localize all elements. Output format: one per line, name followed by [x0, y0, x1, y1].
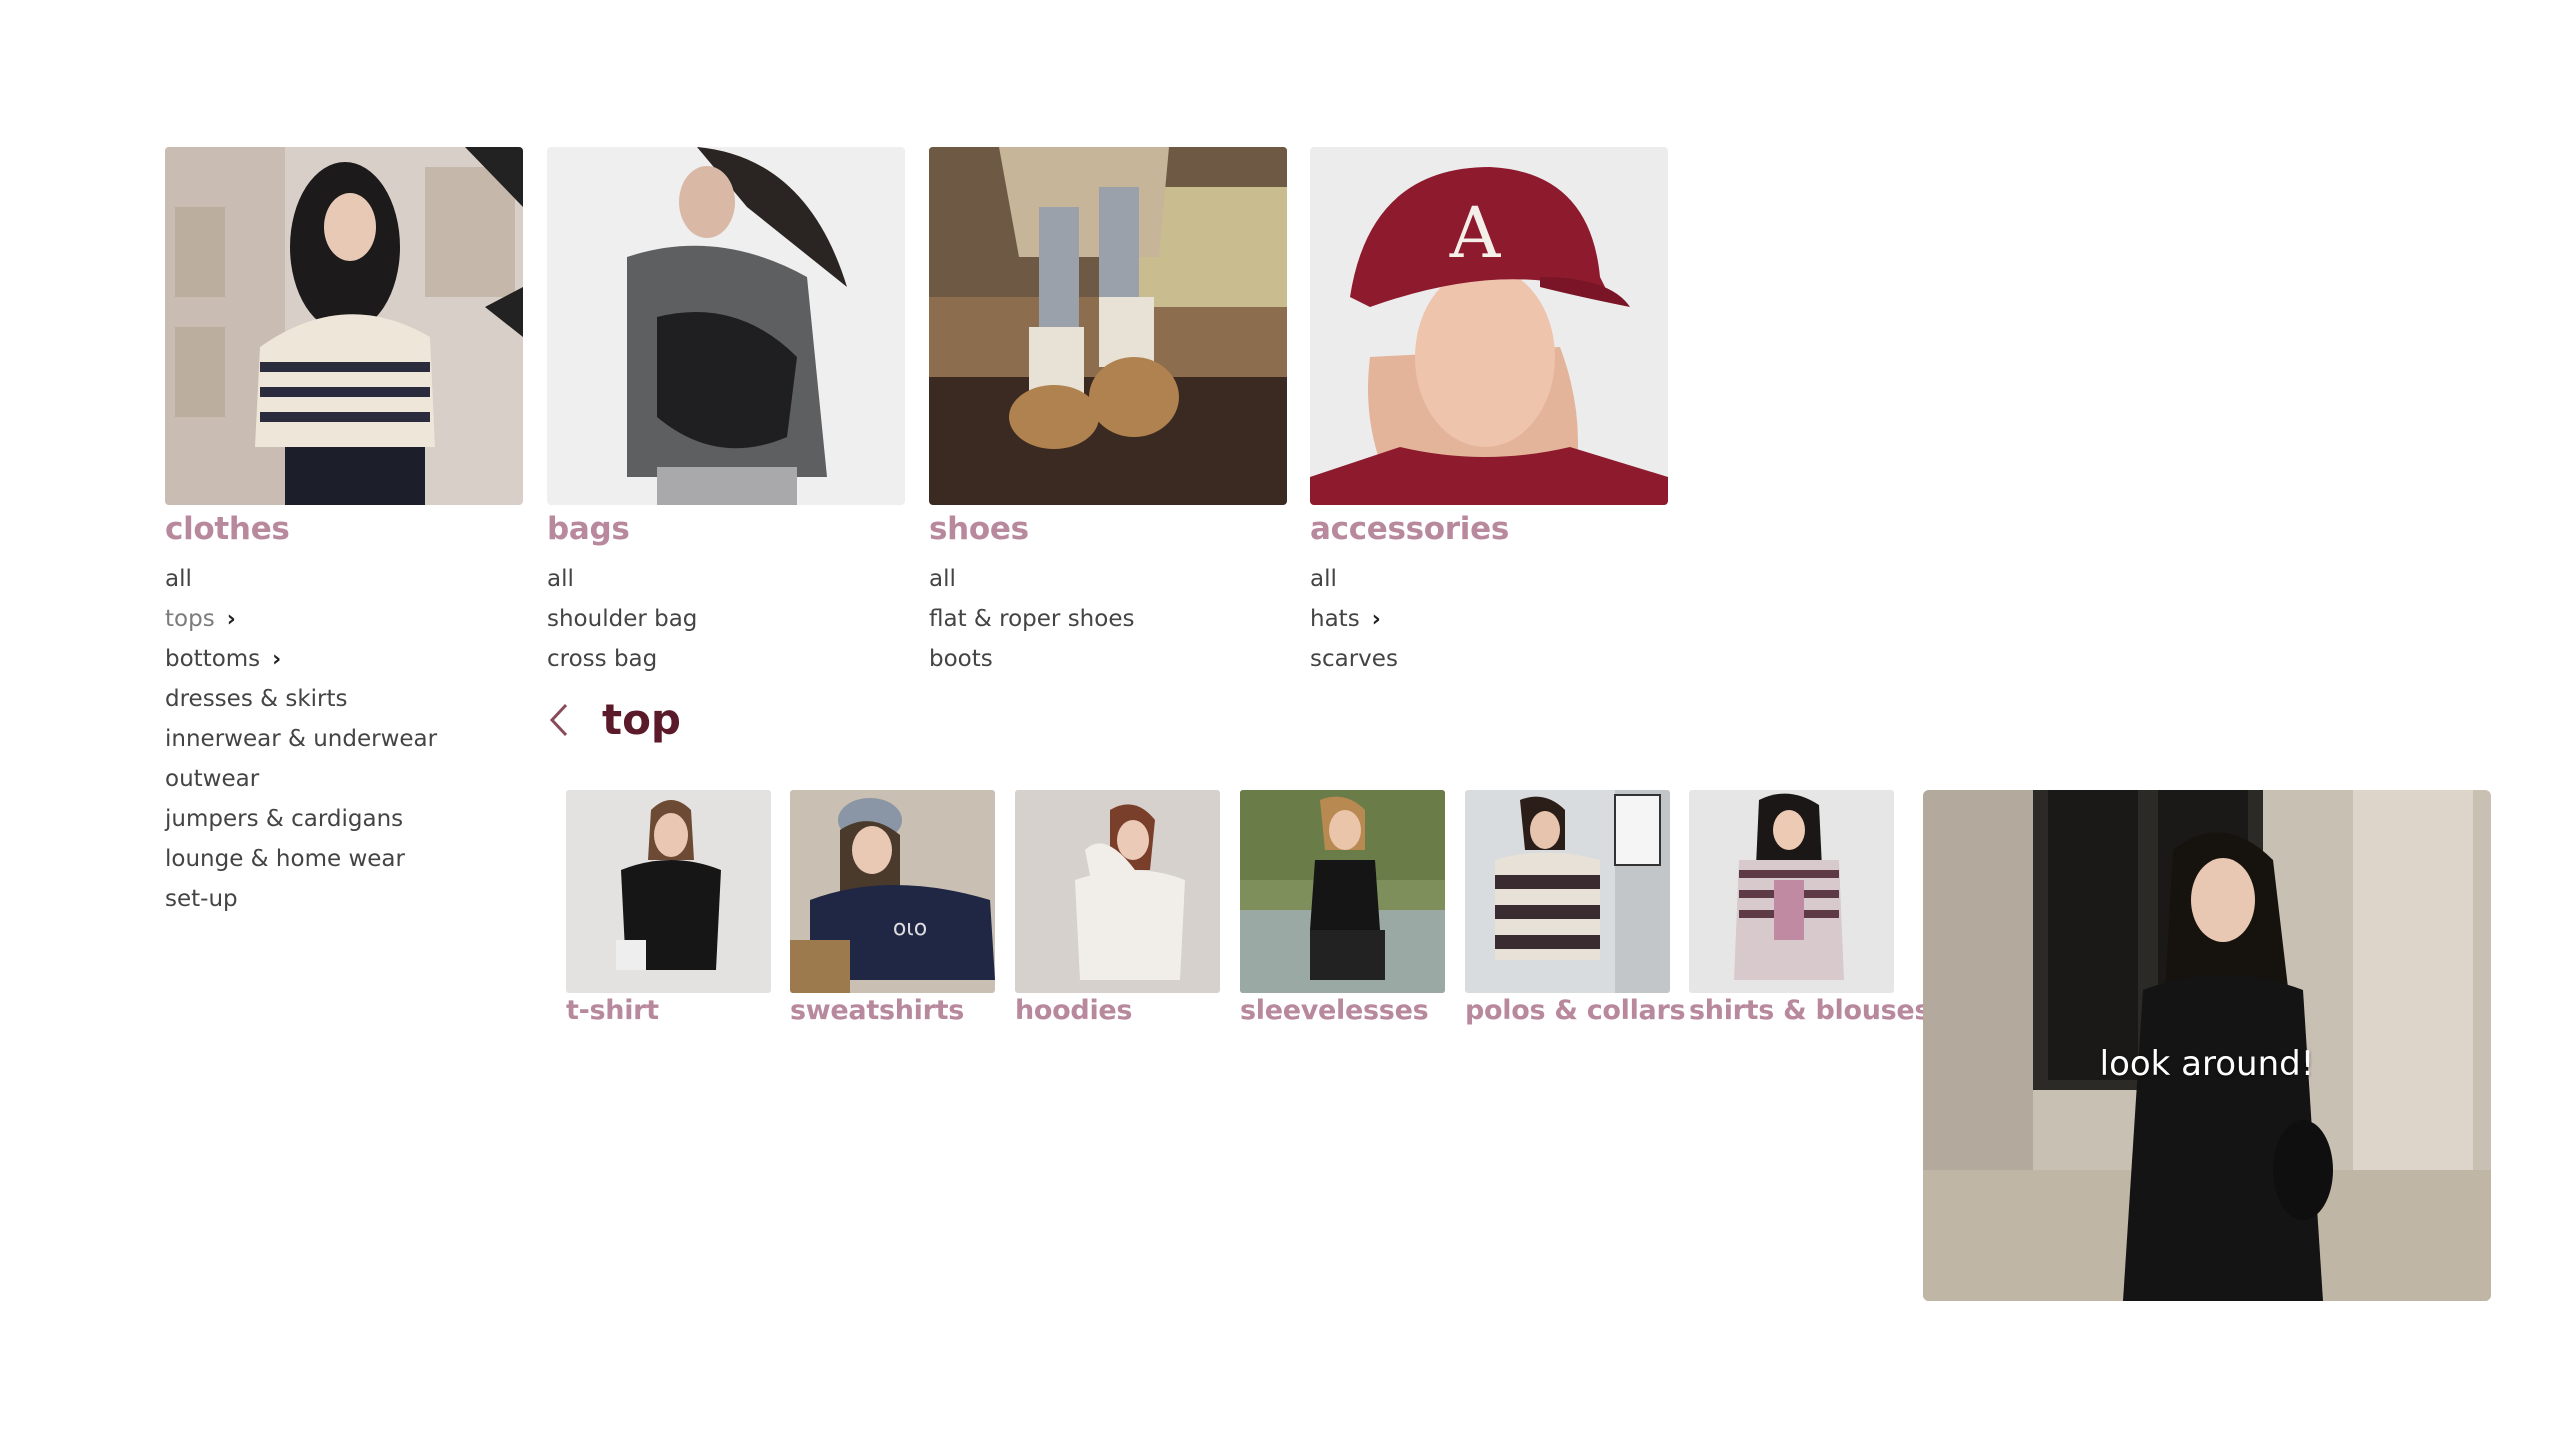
subcategory-image: οιο — [790, 790, 995, 993]
category-title[interactable]: bags — [547, 509, 905, 549]
category-item[interactable]: dresses & skirts — [165, 679, 523, 719]
category-item[interactable]: cross bag — [547, 639, 905, 679]
category-item[interactable]: lounge & home wear — [165, 839, 523, 879]
category-item[interactable]: boots — [929, 639, 1287, 679]
subcategory-image — [1240, 790, 1445, 993]
category-title[interactable]: clothes — [165, 509, 523, 549]
subcategory-card[interactable]: sleevelesses — [1240, 790, 1445, 1026]
svg-text:οιο: οιο — [893, 916, 927, 941]
chevron-right-icon: › — [226, 607, 236, 632]
category-item[interactable]: innerwear & underwear — [165, 719, 523, 759]
look-around-promo[interactable]: look around! — [1923, 790, 2491, 1301]
category-image-shoes[interactable] — [929, 147, 1287, 505]
subcategory-label: hoodies — [1015, 995, 1133, 1026]
category-item[interactable]: hats › — [1310, 599, 1668, 639]
category-list: all shoulder bag cross bag — [547, 559, 905, 679]
subcategory-card[interactable]: hoodies — [1015, 790, 1220, 1026]
category-item[interactable]: all — [165, 559, 523, 599]
subcategory-image — [1689, 790, 1894, 993]
category-item[interactable]: jumpers & cardigans — [165, 799, 523, 839]
category-card-shoes: shoes all flat & roper shoes boots — [929, 147, 1287, 679]
category-title[interactable]: shoes — [929, 509, 1287, 549]
subcategory-card[interactable]: οιο sweatshirts — [790, 790, 995, 1026]
category-item[interactable]: tops › — [165, 599, 523, 639]
chevron-left-icon — [549, 703, 568, 737]
category-item[interactable]: outwear — [165, 759, 523, 799]
category-item[interactable]: scarves — [1310, 639, 1668, 679]
chevron-right-icon: › — [272, 647, 282, 672]
category-item[interactable]: bottoms › — [165, 639, 523, 679]
subcategory-image — [1015, 790, 1220, 993]
category-card-accessories: A accessories all hats › scarves — [1310, 147, 1668, 679]
subcategory-label: sweatshirts — [790, 995, 964, 1026]
promo-label: look around! — [2099, 1044, 2315, 1084]
subcategory-label: shirts & blouses — [1689, 995, 1931, 1026]
category-list: all tops › bottoms › dresses & skirts inne… — [165, 559, 523, 919]
back-button[interactable] — [548, 695, 578, 745]
subcategory-label: polos & collars — [1465, 995, 1686, 1026]
category-list: all hats › scarves — [1310, 559, 1668, 679]
subcategory-card[interactable]: shirts & blouses — [1689, 790, 1931, 1026]
subcategory-image — [566, 790, 771, 993]
category-item[interactable]: shoulder bag — [547, 599, 905, 639]
chevron-right-icon: › — [1371, 607, 1381, 632]
category-item[interactable]: all — [1310, 559, 1668, 599]
category-item[interactable]: all — [547, 559, 905, 599]
subsection-title: top — [602, 695, 681, 744]
category-list: all flat & roper shoes boots — [929, 559, 1287, 679]
subcategory-image — [1465, 790, 1670, 993]
category-title[interactable]: accessories — [1310, 509, 1668, 549]
subcategory-card[interactable]: t-shirt — [566, 790, 771, 1026]
svg-text:A: A — [1449, 192, 1502, 274]
category-item[interactable]: all — [929, 559, 1287, 599]
category-item[interactable]: set-up — [165, 879, 523, 919]
category-item[interactable]: flat & roper shoes — [929, 599, 1287, 639]
category-image-bags[interactable] — [547, 147, 905, 505]
category-image-clothes[interactable] — [165, 147, 523, 505]
category-card-clothes: clothes all tops › bottoms › dresses & ski… — [165, 147, 523, 919]
category-card-bags: bags all shoulder bag cross bag — [547, 147, 905, 679]
subcategory-card[interactable]: polos & collars — [1465, 790, 1686, 1026]
category-image-accessories[interactable]: A — [1310, 147, 1668, 505]
subcategory-label: t-shirt — [566, 995, 659, 1026]
subcategory-label: sleevelesses — [1240, 995, 1429, 1026]
subsection-header: top — [548, 690, 681, 750]
